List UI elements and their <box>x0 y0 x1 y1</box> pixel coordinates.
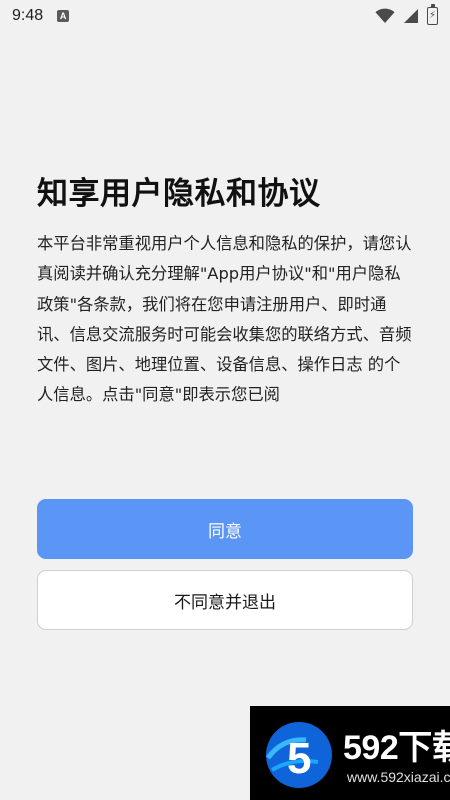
status-time: 9:48 <box>12 7 44 24</box>
logo-glyph: 5 <box>287 734 311 783</box>
notification-a-icon: A <box>57 10 70 22</box>
wifi-icon <box>375 8 395 23</box>
screen: 9:48 A ⚡ 知享用户隐私和协议 本平台非常重视用户个人信息和隐私的保护，请… <box>0 0 450 800</box>
page-title: 知享用户隐私和协议 <box>37 176 321 212</box>
privacy-body-text: 本平台非常重视用户个人信息和隐私的保护，请您认真阅读并确认充分理解"App用户协… <box>37 234 412 405</box>
agree-button[interactable]: 同意 <box>37 499 413 559</box>
watermark-url: www.592xiazai.com <box>347 769 450 785</box>
decline-exit-button[interactable]: 不同意并退出 <box>37 570 413 630</box>
status-bar: 9:48 A ⚡ <box>0 0 450 32</box>
signal-icon <box>404 9 418 23</box>
battery-charging-icon: ⚡ <box>427 4 438 25</box>
watermark-title: 592下载 <box>343 729 450 767</box>
592-logo-icon: 5 <box>265 722 332 788</box>
status-icons: ⚡ <box>375 4 438 25</box>
watermark-592: 5 592下载 www.592xiazai.com <box>250 706 450 800</box>
